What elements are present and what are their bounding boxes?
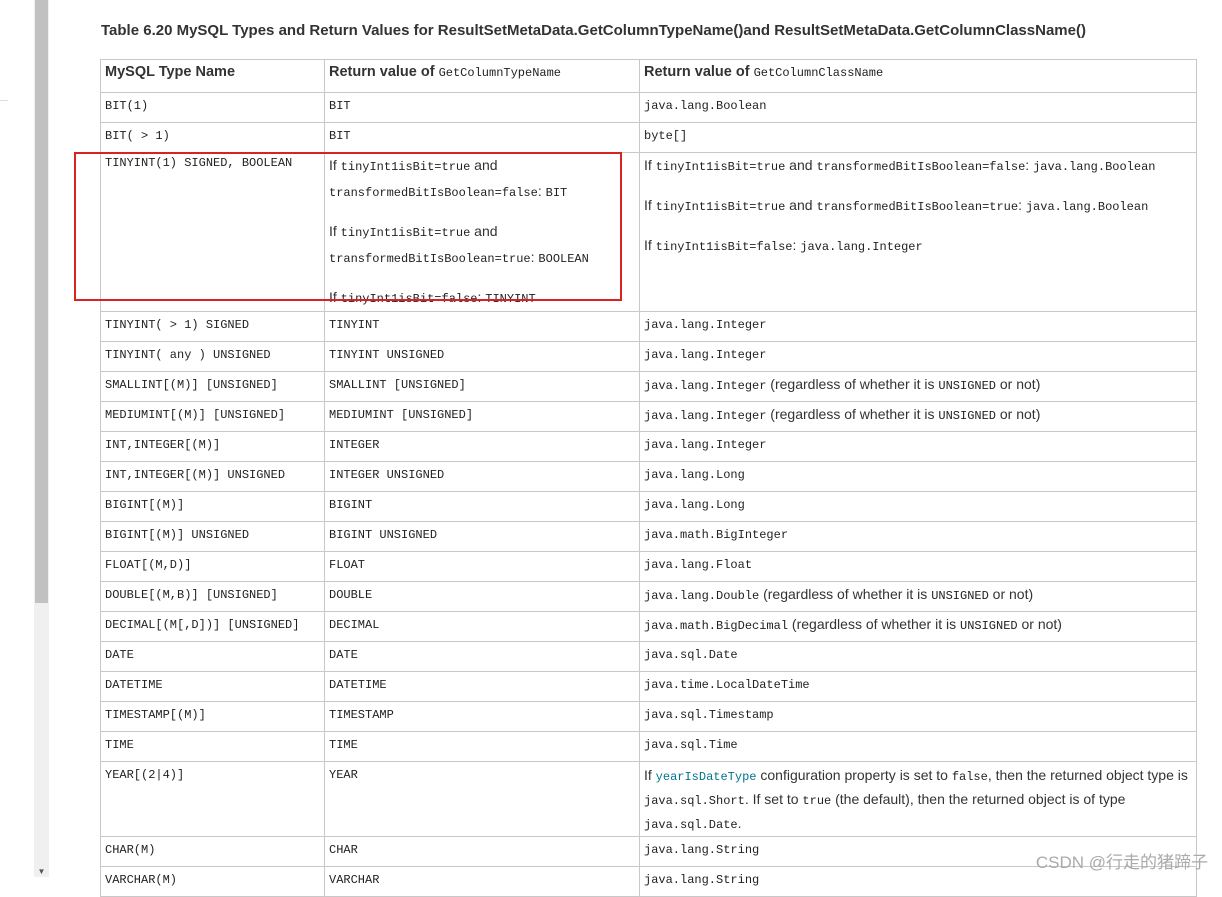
type-cell: TINYINT( any ) UNSIGNED [100, 341, 325, 372]
type-cell: DOUBLE[(M,B)] [UNSIGNED] [100, 581, 325, 612]
typename-cell: BIT [324, 92, 640, 123]
type-cell: DATETIME [100, 671, 325, 702]
classname-cell: java.sql.Date [639, 641, 1197, 672]
scroll-down-arrow-icon[interactable]: ▼ [35, 866, 48, 877]
typename-cell: DOUBLE [324, 581, 640, 612]
typename-cell: CHAR [324, 836, 640, 867]
classname-cell: If yearIsDateType configuration property… [639, 761, 1197, 837]
table-row: FLOAT[(M,D)] FLOAT java.lang.Float [100, 551, 1197, 582]
typename-cell: INTEGER UNSIGNED [324, 461, 640, 492]
classname-cell: java.sql.Timestamp [639, 701, 1197, 732]
left-edge-mark [0, 100, 8, 101]
typename-cell: MEDIUMINT [UNSIGNED] [324, 401, 640, 432]
table-row: BIT(1) BIT java.lang.Boolean [100, 92, 1197, 123]
type-cell: SMALLINT[(M)] [UNSIGNED] [100, 371, 325, 402]
table-row: INT,INTEGER[(M)] UNSIGNED INTEGER UNSIGN… [100, 461, 1197, 492]
classname-cell: java.lang.Double (regardless of whether … [639, 581, 1197, 612]
type-cell: TINYINT( > 1) SIGNED [100, 311, 325, 342]
type-cell: BIT(1) [100, 92, 325, 123]
type-cell: BIGINT[(M)] UNSIGNED [100, 521, 325, 552]
table-row: BIT( > 1) BIT byte[] [100, 122, 1197, 153]
table-row: MEDIUMINT[(M)] [UNSIGNED] MEDIUMINT [UNS… [100, 401, 1197, 432]
type-cell: MEDIUMINT[(M)] [UNSIGNED] [100, 401, 325, 432]
classname-cell: java.lang.Integer [639, 341, 1197, 372]
typename-cell: BIGINT [324, 491, 640, 522]
typename-cell: SMALLINT [UNSIGNED] [324, 371, 640, 402]
year-is-date-type-link[interactable]: yearIsDateType [656, 770, 757, 784]
table-row-tinyint1: TINYINT(1) SIGNED, BOOLEAN If tinyInt1is… [100, 152, 1197, 312]
type-cell: VARCHAR(M) [100, 866, 325, 897]
classname-cell: byte[] [639, 122, 1197, 153]
typename-cell: DATETIME [324, 671, 640, 702]
table-row-year: YEAR[(2|4)] YEAR If yearIsDateType confi… [100, 761, 1197, 837]
typename-cell: TIME [324, 731, 640, 762]
typename-cell: DATE [324, 641, 640, 672]
type-cell: TINYINT(1) SIGNED, BOOLEAN [100, 152, 325, 312]
classname-cell: java.math.BigInteger [639, 521, 1197, 552]
table-row: CHAR(M) CHAR java.lang.String [100, 836, 1197, 867]
classname-cell: java.time.LocalDateTime [639, 671, 1197, 702]
table-row: VARCHAR(M) VARCHAR java.lang.String [100, 866, 1197, 897]
type-cell: YEAR[(2|4)] [100, 761, 325, 837]
header-return-classname: Return value of GetColumnClassName [639, 59, 1197, 93]
scrollbar-thumb[interactable] [35, 0, 48, 603]
table-row: DECIMAL[(M[,D])] [UNSIGNED] DECIMAL java… [100, 611, 1197, 642]
classname-cell: java.lang.Float [639, 551, 1197, 582]
typename-cell: TIMESTAMP [324, 701, 640, 732]
type-cell: BIT( > 1) [100, 122, 325, 153]
classname-cell: If tinyInt1isBit=true and transformedBit… [639, 152, 1197, 312]
table-row: TINYINT( > 1) SIGNED TINYINT java.lang.I… [100, 311, 1197, 342]
type-cell: BIGINT[(M)] [100, 491, 325, 522]
table-row: BIGINT[(M)] BIGINT java.lang.Long [100, 491, 1197, 522]
type-cell: INT,INTEGER[(M)] [100, 431, 325, 462]
typename-cell: INTEGER [324, 431, 640, 462]
table-row: DOUBLE[(M,B)] [UNSIGNED] DOUBLE java.lan… [100, 581, 1197, 612]
typename-cell: VARCHAR [324, 866, 640, 897]
type-cell: FLOAT[(M,D)] [100, 551, 325, 582]
typename-cell: YEAR [324, 761, 640, 837]
table-row: TIME TIME java.sql.Time [100, 731, 1197, 762]
table-row: TINYINT( any ) UNSIGNED TINYINT UNSIGNED… [100, 341, 1197, 372]
typename-cell: BIT [324, 122, 640, 153]
table-row: DATE DATE java.sql.Date [100, 641, 1197, 672]
typename-cell: FLOAT [324, 551, 640, 582]
classname-cell: java.math.BigDecimal (regardless of whet… [639, 611, 1197, 642]
typename-cell: TINYINT UNSIGNED [324, 341, 640, 372]
table-row: INT,INTEGER[(M)] INTEGER java.lang.Integ… [100, 431, 1197, 462]
header-return-typename: Return value of GetColumnTypeName [324, 59, 640, 93]
typename-cell: BIGINT UNSIGNED [324, 521, 640, 552]
classname-cell: java.lang.Integer (regardless of whether… [639, 371, 1197, 402]
type-cell: DECIMAL[(M[,D])] [UNSIGNED] [100, 611, 325, 642]
classname-cell: java.sql.Time [639, 731, 1197, 762]
type-cell: TIMESTAMP[(M)] [100, 701, 325, 732]
table-header-row: MySQL Type Name Return value of GetColum… [100, 59, 1197, 93]
table-row: TIMESTAMP[(M)] TIMESTAMP java.sql.Timest… [100, 701, 1197, 732]
type-cell: TIME [100, 731, 325, 762]
classname-cell: java.lang.Integer [639, 311, 1197, 342]
typename-cell: DECIMAL [324, 611, 640, 642]
typename-cell: If tinyInt1isBit=true and transformedBit… [324, 152, 640, 312]
table-row: DATETIME DATETIME java.time.LocalDateTim… [100, 671, 1197, 702]
watermark: CSDN @行走的猪蹄子 [1035, 853, 1208, 872]
table-row: BIGINT[(M)] UNSIGNED BIGINT UNSIGNED jav… [100, 521, 1197, 552]
classname-cell: java.lang.Long [639, 461, 1197, 492]
mysql-types-table: MySQL Type Name Return value of GetColum… [100, 59, 1197, 897]
classname-cell: java.lang.Integer (regardless of whether… [639, 401, 1197, 432]
classname-cell: java.lang.Boolean [639, 92, 1197, 123]
type-cell: CHAR(M) [100, 836, 325, 867]
type-cell: DATE [100, 641, 325, 672]
classname-cell: java.lang.Integer [639, 431, 1197, 462]
table-row: SMALLINT[(M)] [UNSIGNED] SMALLINT [UNSIG… [100, 371, 1197, 402]
typename-cell: TINYINT [324, 311, 640, 342]
classname-cell: java.lang.Long [639, 491, 1197, 522]
table-caption: Table 6.20 MySQL Types and Return Values… [101, 22, 1086, 39]
header-mysql-type-name: MySQL Type Name [100, 59, 325, 93]
type-cell: INT,INTEGER[(M)] UNSIGNED [100, 461, 325, 492]
